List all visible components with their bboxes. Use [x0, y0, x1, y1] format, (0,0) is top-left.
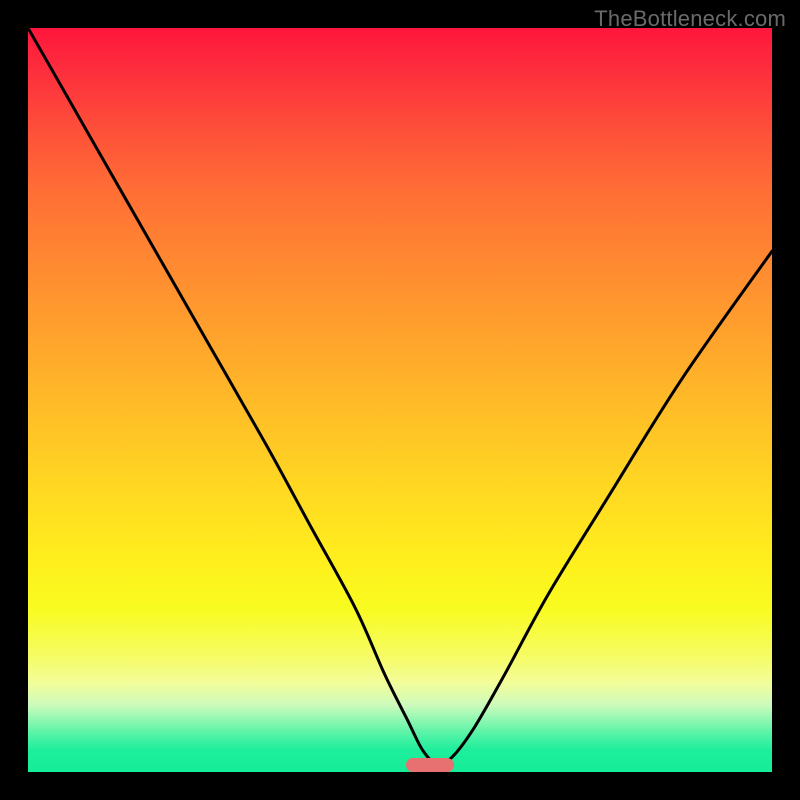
watermark-text: TheBottleneck.com	[594, 6, 786, 32]
chart-frame: TheBottleneck.com	[0, 0, 800, 800]
plot-area	[28, 28, 772, 772]
curve-svg	[28, 28, 772, 772]
optimal-marker	[406, 758, 454, 772]
bottleneck-curve	[28, 28, 772, 765]
